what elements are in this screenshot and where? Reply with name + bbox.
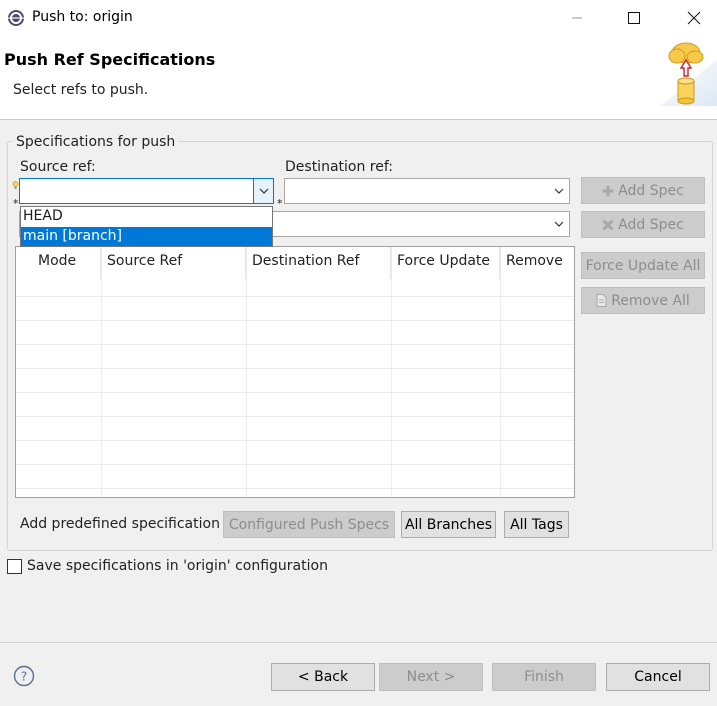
chevron-down-icon[interactable] bbox=[549, 212, 569, 236]
column-header-remove[interactable]: Remove bbox=[500, 247, 574, 279]
next-button[interactable]: Next > bbox=[379, 663, 483, 691]
close-icon[interactable] bbox=[682, 6, 706, 30]
column-divider bbox=[391, 247, 392, 497]
cancel-button[interactable]: Cancel bbox=[606, 663, 710, 691]
column-header-mode[interactable]: Mode bbox=[16, 247, 101, 279]
column-header-destination-ref[interactable]: Destination Ref bbox=[246, 247, 391, 279]
cancel-label: Cancel bbox=[634, 669, 682, 685]
row-divider bbox=[16, 392, 574, 393]
add-spec-button[interactable]: Add Spec bbox=[581, 177, 705, 204]
row-divider bbox=[16, 320, 574, 321]
row-divider bbox=[16, 488, 574, 489]
row-divider bbox=[16, 440, 574, 441]
save-specs-label[interactable]: Save specifications in 'origin' configur… bbox=[27, 558, 328, 574]
add-delete-spec-label: Add Spec bbox=[618, 216, 684, 233]
column-divider bbox=[246, 247, 247, 497]
help-icon[interactable]: ? bbox=[13, 665, 35, 687]
dropdown-item-main-branch[interactable]: main [branch] bbox=[21, 227, 272, 246]
push-cloud-database-icon bbox=[650, 38, 717, 106]
eclipse-app-icon bbox=[6, 8, 26, 28]
row-divider bbox=[16, 344, 574, 345]
force-update-all-label: Force Update All bbox=[585, 257, 701, 274]
destination-ref-label: Destination ref: bbox=[285, 159, 393, 175]
wizard-header: Push Ref Specifications Select refs to p… bbox=[0, 36, 717, 120]
add-delete-spec-button[interactable]: Add Spec bbox=[581, 211, 705, 238]
column-header-force-update[interactable]: Force Update bbox=[391, 247, 500, 279]
spec-table[interactable]: Mode Source Ref Destination Ref Force Up… bbox=[15, 246, 575, 498]
column-divider bbox=[500, 247, 501, 497]
plus-icon bbox=[602, 185, 614, 197]
svg-text:?: ? bbox=[21, 670, 27, 684]
chevron-down-icon[interactable] bbox=[549, 179, 569, 203]
minimize-icon[interactable] bbox=[565, 6, 589, 30]
chevron-down-icon[interactable] bbox=[253, 179, 273, 203]
predefined-spec-label: Add predefined specification bbox=[20, 516, 220, 532]
footer-divider bbox=[0, 642, 717, 643]
column-divider bbox=[101, 247, 102, 497]
lightbulb-hint-icon bbox=[12, 178, 19, 194]
all-branches-label: All Branches bbox=[404, 516, 493, 533]
maximize-icon[interactable] bbox=[622, 6, 646, 30]
finish-label: Finish bbox=[524, 669, 564, 685]
force-update-all-button[interactable]: Force Update All bbox=[581, 252, 705, 279]
page-description: Select refs to push. bbox=[13, 82, 149, 98]
dropdown-item-head[interactable]: HEAD bbox=[21, 207, 272, 226]
add-spec-label: Add Spec bbox=[618, 182, 684, 199]
configured-push-specs-button[interactable]: Configured Push Specs bbox=[223, 511, 395, 538]
all-tags-label: All Tags bbox=[510, 516, 563, 533]
row-divider bbox=[16, 416, 574, 417]
document-remove-icon bbox=[596, 294, 607, 307]
remove-all-label: Remove All bbox=[611, 292, 690, 309]
destination-ref-combo[interactable] bbox=[284, 178, 570, 204]
back-label: < Back bbox=[297, 669, 349, 685]
source-ref-label: Source ref: bbox=[20, 159, 96, 175]
save-specs-checkbox[interactable] bbox=[7, 559, 22, 574]
next-label: Next > bbox=[406, 669, 456, 685]
column-header-source-ref[interactable]: Source Ref bbox=[101, 247, 246, 279]
source-ref-combo[interactable] bbox=[19, 178, 274, 204]
delete-x-icon bbox=[602, 218, 614, 231]
all-tags-button[interactable]: All Tags bbox=[504, 511, 569, 538]
back-button[interactable]: < Back bbox=[271, 663, 375, 691]
row-divider bbox=[16, 296, 574, 297]
group-label: Specifications for push bbox=[13, 134, 179, 150]
finish-button[interactable]: Finish bbox=[492, 663, 596, 691]
required-marker-source: * bbox=[13, 197, 19, 210]
remove-all-button[interactable]: Remove All bbox=[581, 287, 705, 314]
configured-push-specs-label: Configured Push Specs bbox=[228, 516, 390, 533]
window-title: Push to: origin bbox=[32, 9, 133, 25]
row-divider bbox=[16, 368, 574, 369]
required-marker-destination: * bbox=[277, 197, 283, 210]
all-branches-button[interactable]: All Branches bbox=[401, 511, 496, 538]
row-divider bbox=[16, 464, 574, 465]
source-ref-dropdown-list[interactable]: HEAD main [branch] bbox=[20, 206, 273, 247]
page-title: Push Ref Specifications bbox=[4, 50, 216, 69]
